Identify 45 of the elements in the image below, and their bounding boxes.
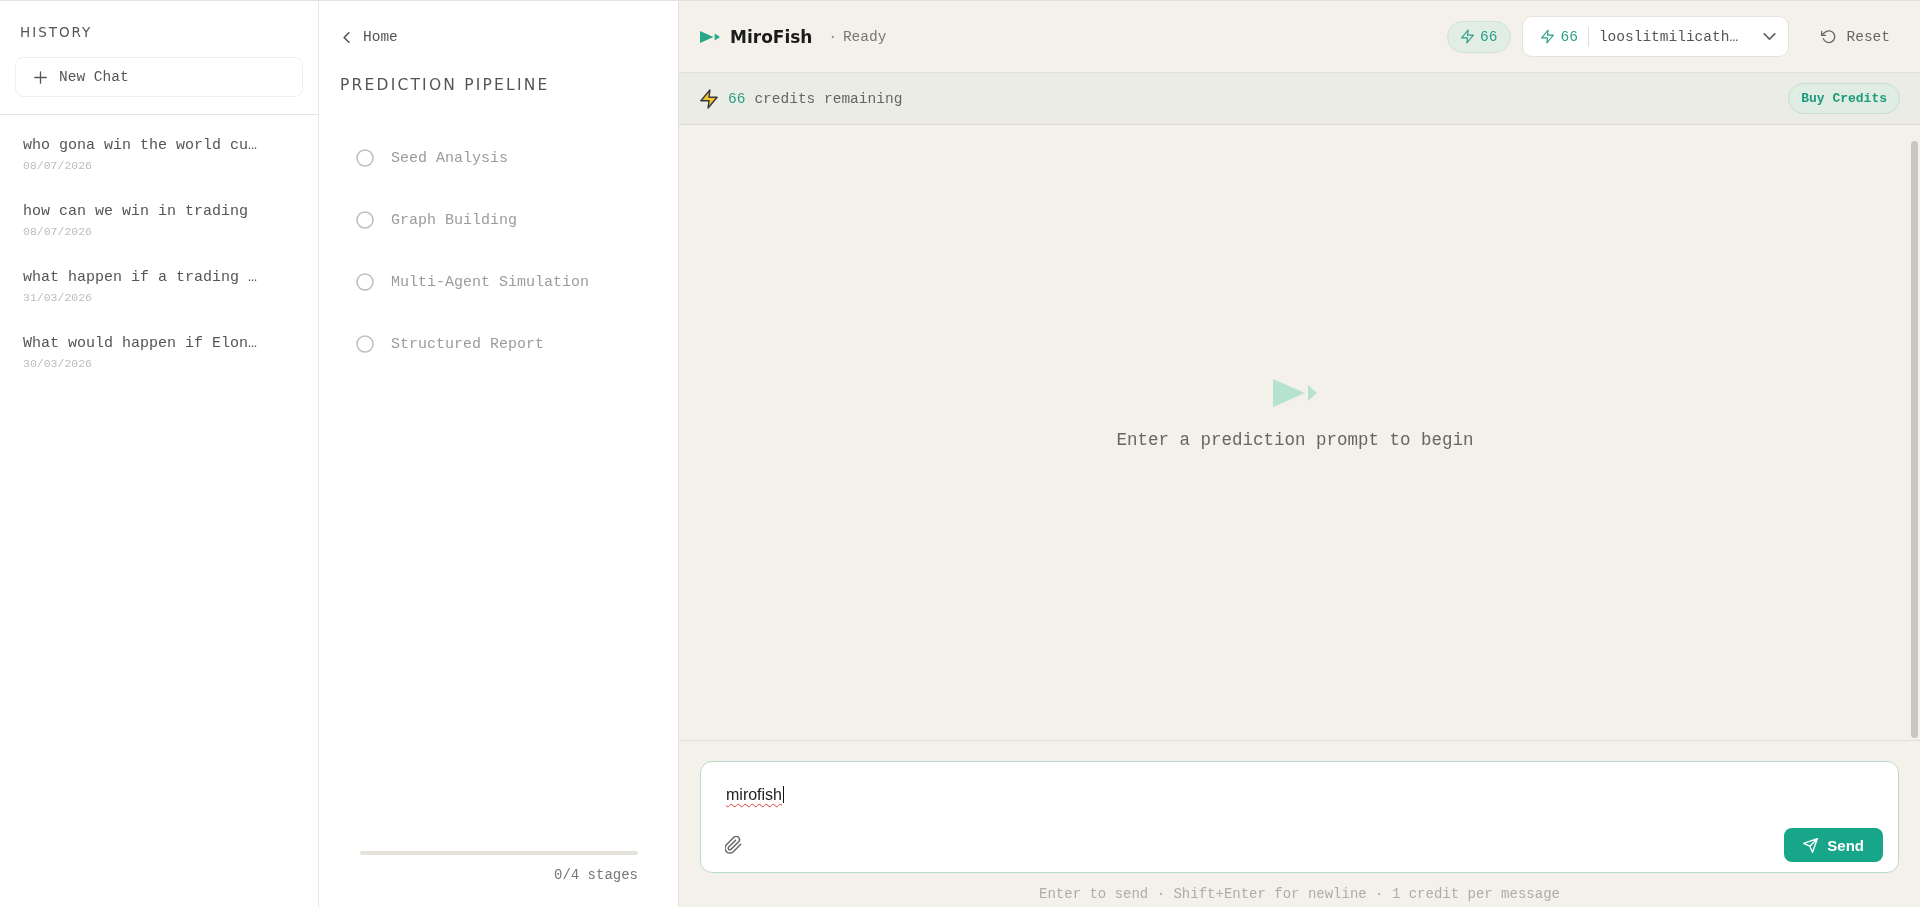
chat-title: who gona win the world cu… <box>23 136 259 156</box>
history-item[interactable]: what happen if a trading … 31/03/2026 <box>0 254 318 320</box>
chevron-left-icon <box>343 31 350 43</box>
stage-label: Graph Building <box>391 211 518 229</box>
chat-title: how can we win in trading <box>23 202 250 222</box>
chat-title: What would happen if Elon… <box>23 334 259 354</box>
chat-title: what happen if a trading … <box>23 268 259 288</box>
history-item[interactable]: What would happen if Elon… 30/03/2026 <box>0 320 318 386</box>
history-item[interactable]: how can we win in trading 08/07/2026 <box>0 188 318 254</box>
pipeline-title: PREDICTION PIPELINE <box>340 75 551 95</box>
stage-label: Structured Report <box>391 335 545 353</box>
plus-icon <box>34 70 47 84</box>
app-name: MiroFish <box>730 26 813 47</box>
stage-label: Seed Analysis <box>391 149 509 167</box>
credits-badge: 66 <box>1447 20 1512 53</box>
history-heading: HISTORY <box>19 23 94 41</box>
stage-count: 0/4 stages <box>553 866 638 885</box>
paper-plane-icon <box>1803 837 1819 853</box>
stage-label: Multi-Agent Simulation <box>391 273 590 291</box>
credits-count: 66 <box>728 90 746 107</box>
account-dropdown[interactable]: 66 looslitmilicath… <box>1522 16 1790 57</box>
chat-date: 08/07/2026 <box>23 158 93 174</box>
separator-dot: · <box>828 28 837 45</box>
attach-button[interactable] <box>723 834 744 856</box>
lightning-icon <box>1541 29 1555 44</box>
triangle-logo-icon <box>700 30 720 43</box>
home-link[interactable]: Home <box>343 27 398 47</box>
paperclip-icon <box>725 836 742 854</box>
credits-label: credits remaining <box>754 90 903 107</box>
chat-date: 30/03/2026 <box>23 356 93 372</box>
empty-state-message: Enter a prediction prompt to begin <box>1116 428 1474 452</box>
reset-button[interactable]: Reset <box>1811 22 1890 51</box>
refresh-icon <box>1821 29 1837 44</box>
message-input[interactable]: mirofish <box>701 762 1898 828</box>
new-chat-button[interactable]: New Chat <box>15 57 303 97</box>
triangle-logo-icon <box>1273 378 1317 407</box>
lightning-icon <box>1461 29 1475 44</box>
status-text: Ready <box>842 28 887 45</box>
lightning-icon <box>700 88 718 109</box>
chat-date: 31/03/2026 <box>23 290 93 306</box>
chat-date: 08/07/2026 <box>23 224 93 240</box>
composer-hint: Enter to send · Shift+Enter for newline · 1 credit per message <box>1038 885 1561 903</box>
chevron-down-icon <box>1763 33 1777 40</box>
scrollbar-thumb[interactable] <box>1911 141 1918 738</box>
history-item[interactable]: who gona win the world cu… 08/07/2026 <box>0 122 318 188</box>
